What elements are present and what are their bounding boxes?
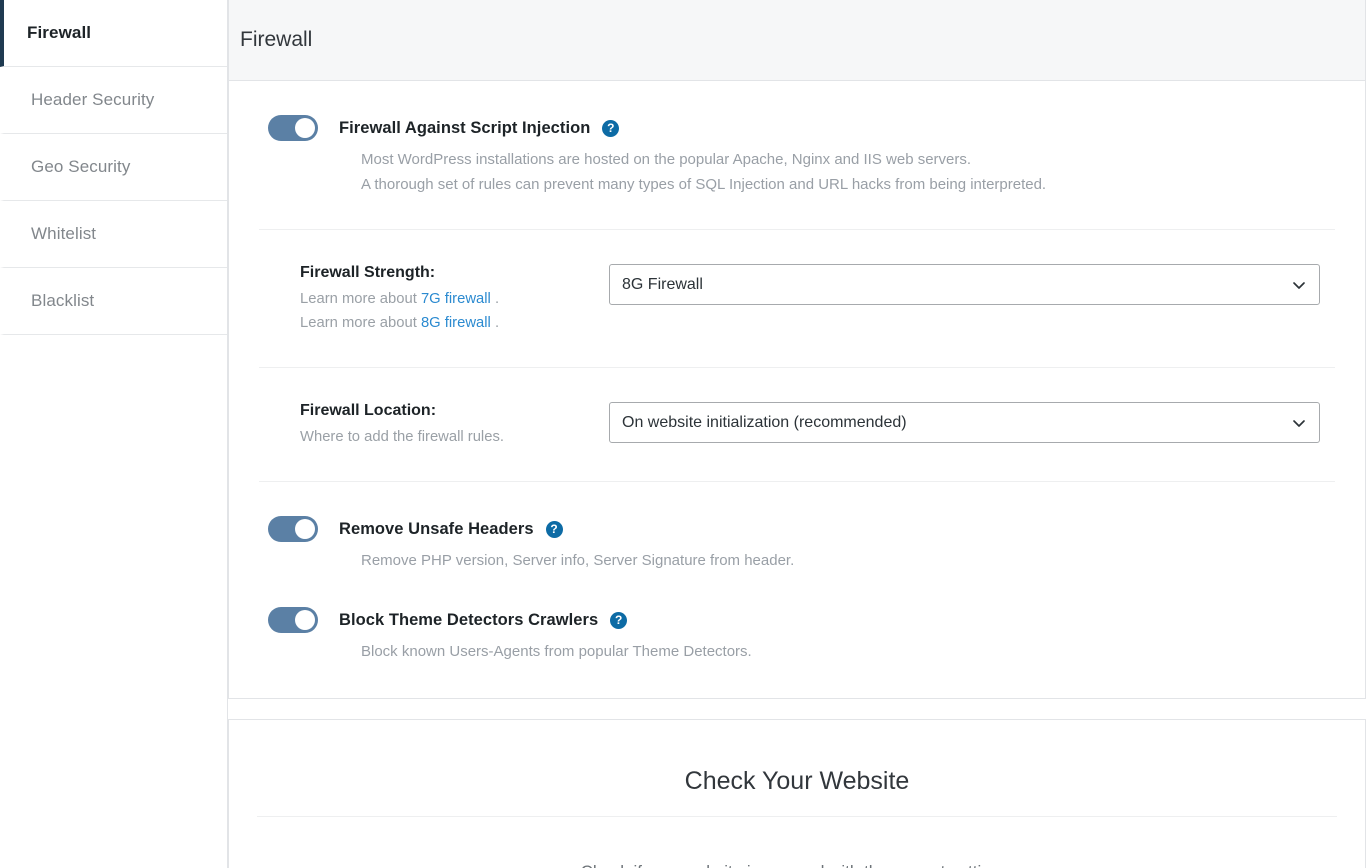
sidebar-item-label: Blacklist: [31, 291, 95, 310]
remove-unsafe-headers-row: Remove Unsafe Headers ?: [259, 516, 1335, 542]
sidebar-item-label: Header Security: [31, 90, 155, 109]
section-remove-unsafe-headers: Remove Unsafe Headers ? Remove PHP versi…: [259, 482, 1335, 573]
firewall-strength-right: 8G Firewall: [609, 264, 1335, 305]
sidebar-item-header-security[interactable]: Header Security: [0, 67, 227, 134]
block-theme-detectors-description: Block known Users-Agents from popular Th…: [361, 639, 1335, 664]
page-title: Firewall: [240, 28, 313, 51]
firewall-strength-select[interactable]: 8G Firewall: [609, 264, 1320, 305]
description-line-1: Most WordPress installations are hosted …: [361, 151, 972, 168]
section-firewall-location: Firewall Location: Where to add the fire…: [259, 368, 1335, 482]
toggle-knob: [295, 519, 315, 539]
firewall-settings-page: Firewall Header Security Geo Security Wh…: [0, 0, 1370, 868]
block-theme-detectors-label: Block Theme Detectors Crawlers: [339, 610, 599, 629]
toggle-knob: [295, 610, 315, 630]
firewall-script-injection-row: Firewall Against Script Injection ?: [259, 115, 1335, 141]
learn-more-prefix: Learn more about: [300, 315, 417, 331]
firewall-location-right: On website initialization (recommended): [609, 402, 1335, 443]
firewall-script-injection-toggle[interactable]: [268, 115, 318, 141]
section-block-theme-detectors: Block Theme Detectors Crawlers ? Block k…: [259, 573, 1335, 664]
sidebar-item-label: Whitelist: [31, 224, 97, 243]
link-8g-firewall[interactable]: 8G firewall: [421, 315, 491, 331]
section-firewall-strength: Firewall Strength: Learn more about 7G f…: [259, 230, 1335, 368]
sidebar-item-label: Geo Security: [31, 157, 131, 176]
panel-header: Firewall: [229, 0, 1365, 81]
period: .: [494, 291, 500, 307]
check-website-subtitle: Check if your website is secured with th…: [257, 838, 1337, 868]
firewall-strength-selected-value: 8G Firewall: [622, 275, 703, 293]
description-line-1: Remove PHP version, Server info, Server …: [361, 552, 795, 569]
sidebar-item-whitelist[interactable]: Whitelist: [0, 201, 227, 268]
firewall-strength-help: Learn more about 7G firewall . Learn mor…: [300, 287, 609, 335]
sidebar-nav-list: Firewall Header Security Geo Security Wh…: [0, 0, 227, 335]
firewall-strength-row: Firewall Strength: Learn more about 7G f…: [259, 264, 1335, 335]
check-website-panel: Check Your Website Check if your website…: [228, 719, 1366, 868]
question-mark-icon[interactable]: ?: [602, 119, 620, 137]
description-line-2: A thorough set of rules can prevent many…: [361, 176, 1047, 193]
firewall-location-row: Firewall Location: Where to add the fire…: [259, 402, 1335, 449]
remove-unsafe-headers-label: Remove Unsafe Headers: [339, 519, 534, 538]
link-7g-firewall[interactable]: 7G firewall: [421, 291, 491, 307]
main-content: Firewall Firewall Against Script Injecti…: [228, 0, 1370, 868]
panel-body: Firewall Against Script Injection ? Most…: [229, 81, 1365, 698]
block-theme-detectors-row: Block Theme Detectors Crawlers ?: [259, 607, 1335, 633]
question-mark-icon[interactable]: ?: [545, 520, 563, 538]
learn-more-7g-line: Learn more about 7G firewall .: [300, 287, 609, 311]
learn-more-8g-line: Learn more about 8G firewall .: [300, 311, 609, 335]
remove-unsafe-headers-description: Remove PHP version, Server info, Server …: [361, 548, 1335, 573]
description-line-1: Block known Users-Agents from popular Th…: [361, 643, 752, 660]
sidebar-item-firewall[interactable]: Firewall: [0, 0, 227, 67]
sidebar-item-label: Firewall: [27, 23, 92, 42]
sidebar-item-geo-security[interactable]: Geo Security: [0, 134, 227, 201]
question-mark-icon[interactable]: ?: [610, 611, 628, 629]
period: .: [494, 315, 500, 331]
firewall-script-injection-description: Most WordPress installations are hosted …: [361, 147, 1335, 197]
firewall-location-label: Firewall Location:: [300, 402, 437, 419]
firewall-panel: Firewall Firewall Against Script Injecti…: [228, 0, 1366, 699]
firewall-script-injection-label: Firewall Against Script Injection: [339, 118, 591, 137]
learn-more-prefix: Learn more about: [300, 291, 417, 307]
firewall-strength-label: Firewall Strength:: [300, 264, 436, 281]
remove-unsafe-headers-toggle[interactable]: [268, 516, 318, 542]
toggle-knob: [295, 118, 315, 138]
check-website-title: Check Your Website: [257, 767, 1337, 817]
chevron-down-icon: [1292, 278, 1306, 292]
chevron-down-icon: [1292, 416, 1306, 430]
sidebar-navigation: Firewall Header Security Geo Security Wh…: [0, 0, 228, 868]
firewall-location-help: Where to add the firewall rules.: [300, 429, 504, 445]
sidebar-item-blacklist[interactable]: Blacklist: [0, 268, 227, 335]
section-firewall-script-injection: Firewall Against Script Injection ? Most…: [259, 81, 1335, 230]
firewall-location-left: Firewall Location: Where to add the fire…: [259, 402, 609, 449]
block-theme-detectors-toggle[interactable]: [268, 607, 318, 633]
firewall-strength-left: Firewall Strength: Learn more about 7G f…: [259, 264, 609, 335]
firewall-location-select[interactable]: On website initialization (recommended): [609, 402, 1320, 443]
firewall-location-selected-value: On website initialization (recommended): [622, 413, 907, 431]
